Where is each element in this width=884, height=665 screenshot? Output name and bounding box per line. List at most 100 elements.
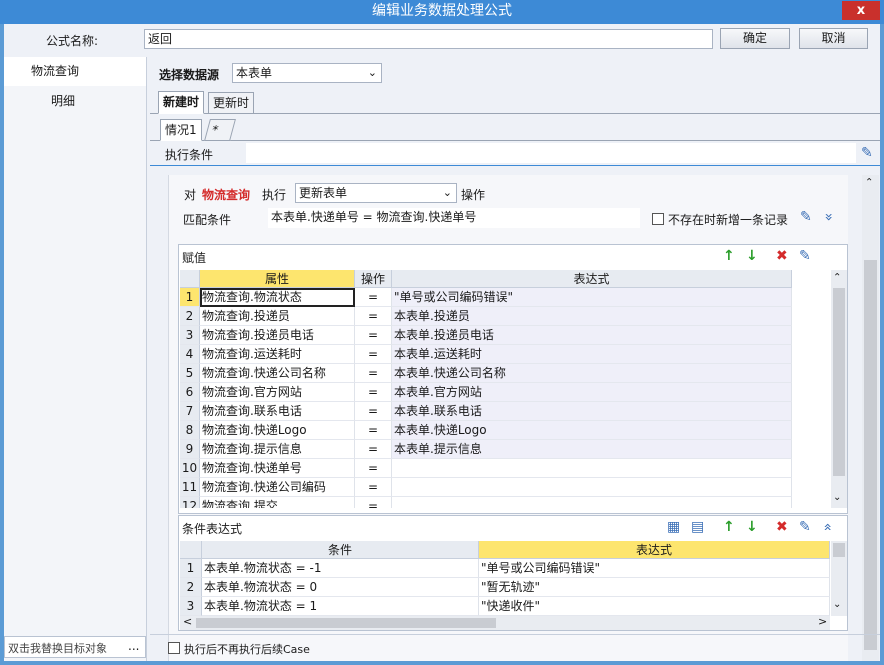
- table-row[interactable]: 3 本表单.物流状态 = 1 "快递收件": [180, 597, 830, 616]
- scroll-up-icon[interactable]: ⌄: [833, 270, 841, 281]
- table-row[interactable]: 1 物流查询.物流状态 = "单号或公司编码错误": [180, 288, 792, 307]
- action-target[interactable]: 物流查询: [202, 186, 250, 203]
- assign-prop-cell[interactable]: 物流查询.运送耗时: [200, 345, 355, 364]
- no-continue-checkbox[interactable]: [168, 642, 180, 654]
- assign-prop-cell[interactable]: 物流查询.提交: [200, 497, 355, 508]
- assign-expr-cell[interactable]: 本表单.提示信息: [392, 440, 792, 459]
- insert-row-icon[interactable]: ▤: [691, 519, 704, 535]
- assign-prop-cell[interactable]: 物流查询.投递员: [200, 307, 355, 326]
- assign-prop-cell[interactable]: 物流查询.快递Logo: [200, 421, 355, 440]
- assign-header-prop[interactable]: 属性: [200, 270, 355, 288]
- delete-icon[interactable]: ✖: [776, 519, 788, 535]
- cond-cell[interactable]: 本表单.物流状态 = 1: [202, 597, 479, 616]
- sidebar-item-logistics[interactable]: 物流查询: [4, 57, 146, 86]
- scroll-down-icon[interactable]: ⌄: [833, 599, 841, 610]
- table-row[interactable]: 12 物流查询.提交 =: [180, 497, 792, 508]
- assign-op-cell[interactable]: =: [355, 307, 392, 326]
- assign-op-cell[interactable]: =: [355, 288, 392, 307]
- assign-expr-cell[interactable]: 本表单.投递员: [392, 307, 792, 326]
- assign-expr-cell[interactable]: 本表单.快递公司名称: [392, 364, 792, 383]
- add-row-icon[interactable]: ▦: [667, 519, 680, 535]
- assign-expr-cell[interactable]: [392, 478, 792, 497]
- match-input[interactable]: 本表单.快递单号 = 物流查询.快递单号: [268, 208, 640, 228]
- assign-expr-cell[interactable]: [392, 497, 792, 508]
- table-row[interactable]: 7 物流查询.联系电话 = 本表单.联系电话: [180, 402, 792, 421]
- assign-header-op[interactable]: 操作: [355, 270, 392, 288]
- replace-target-ellipsis[interactable]: ...: [128, 639, 139, 653]
- cond-cell[interactable]: 本表单.物流状态 = -1: [202, 559, 479, 578]
- assign-prop-cell[interactable]: 物流查询.快递单号: [200, 459, 355, 478]
- edit-icon[interactable]: ✎: [799, 248, 811, 264]
- cond-header-expr[interactable]: 表达式: [479, 541, 830, 559]
- assign-op-cell[interactable]: =: [355, 383, 392, 402]
- assign-op-cell[interactable]: =: [355, 459, 392, 478]
- assign-prop-cell[interactable]: 物流查询.快递公司编码: [200, 478, 355, 497]
- assign-prop-cell[interactable]: 物流查询.官方网站: [200, 383, 355, 402]
- edit-icon[interactable]: ✎: [800, 209, 812, 225]
- cond-hscroll-thumb[interactable]: [196, 618, 496, 628]
- table-row[interactable]: 6 物流查询.官方网站 = 本表单.官方网站: [180, 383, 792, 402]
- tab-add-case[interactable]: *: [204, 119, 236, 141]
- assign-expr-cell[interactable]: 本表单.运送耗时: [392, 345, 792, 364]
- assign-prop-cell[interactable]: 物流查询.快递公司名称: [200, 364, 355, 383]
- assign-op-cell[interactable]: =: [355, 345, 392, 364]
- assign-expr-cell[interactable]: 本表单.投递员电话: [392, 326, 792, 345]
- assign-prop-cell[interactable]: 物流查询.投递员电话: [200, 326, 355, 345]
- datasource-select[interactable]: 本表单 ⌄: [232, 63, 382, 83]
- scroll-right-icon[interactable]: >: [818, 615, 827, 628]
- table-row[interactable]: 4 物流查询.运送耗时 = 本表单.运送耗时: [180, 345, 792, 364]
- edit-icon[interactable]: ✎: [861, 145, 873, 161]
- cond-expr-cell[interactable]: "暂无轨迹": [479, 578, 830, 597]
- table-row[interactable]: 5 物流查询.快递公司名称 = 本表单.快递公司名称: [180, 364, 792, 383]
- move-down-icon[interactable]: ↓: [746, 519, 758, 535]
- cond-scroll-thumb[interactable]: [833, 543, 845, 557]
- operation-select[interactable]: 更新表单 ⌄: [295, 183, 457, 203]
- expand-icon[interactable]: »: [820, 213, 836, 222]
- move-up-icon[interactable]: ↑: [723, 519, 735, 535]
- assign-expr-cell[interactable]: 本表单.官方网站: [392, 383, 792, 402]
- replace-target-box[interactable]: 双击我替换目标对象 ...: [4, 636, 146, 658]
- assign-scroll-thumb[interactable]: [833, 288, 845, 476]
- table-row[interactable]: 11 物流查询.快递公司编码 =: [180, 478, 792, 497]
- assign-header-expr[interactable]: 表达式: [392, 270, 792, 288]
- main-scrollbar[interactable]: ⌄: [862, 175, 879, 661]
- add-if-missing-checkbox[interactable]: [652, 213, 664, 225]
- edit-icon[interactable]: ✎: [799, 519, 811, 535]
- delete-icon[interactable]: ✖: [776, 248, 788, 264]
- table-row[interactable]: 3 物流查询.投递员电话 = 本表单.投递员电话: [180, 326, 792, 345]
- sidebar-item-detail[interactable]: 明细: [4, 87, 146, 116]
- scroll-left-icon[interactable]: <: [183, 615, 192, 628]
- table-row[interactable]: 8 物流查询.快递Logo = 本表单.快递Logo: [180, 421, 792, 440]
- close-button[interactable]: x: [842, 1, 880, 20]
- exec-condition-input[interactable]: [246, 143, 856, 163]
- assign-op-cell[interactable]: =: [355, 402, 392, 421]
- tab-case-1[interactable]: 情况1: [160, 119, 202, 141]
- assign-op-cell[interactable]: =: [355, 440, 392, 459]
- assign-op-cell[interactable]: =: [355, 497, 392, 508]
- tab-new[interactable]: 新建时: [158, 91, 205, 114]
- table-row[interactable]: 2 物流查询.投递员 = 本表单.投递员: [180, 307, 792, 326]
- main-scroll-thumb[interactable]: [864, 260, 877, 650]
- assign-op-cell[interactable]: =: [355, 478, 392, 497]
- table-row[interactable]: 9 物流查询.提示信息 = 本表单.提示信息: [180, 440, 792, 459]
- collapse-icon[interactable]: «: [819, 523, 835, 532]
- assign-prop-cell[interactable]: 物流查询.联系电话: [200, 402, 355, 421]
- assign-expr-cell[interactable]: 本表单.快递Logo: [392, 421, 792, 440]
- assign-expr-cell[interactable]: [392, 459, 792, 478]
- cond-header-cond[interactable]: 条件: [202, 541, 479, 559]
- assign-prop-cell[interactable]: 物流查询.提示信息: [200, 440, 355, 459]
- move-up-icon[interactable]: ↑: [723, 248, 735, 264]
- assign-scrollbar[interactable]: ⌄ ⌄: [831, 270, 847, 508]
- cond-scrollbar[interactable]: ⌄: [831, 541, 847, 616]
- cond-cell[interactable]: 本表单.物流状态 = 0: [202, 578, 479, 597]
- cond-expr-cell[interactable]: "单号或公司编码错误": [479, 559, 830, 578]
- formula-name-input[interactable]: 返回: [144, 29, 713, 49]
- scroll-up-icon[interactable]: ⌄: [865, 175, 873, 186]
- assign-op-cell[interactable]: =: [355, 421, 392, 440]
- assign-op-cell[interactable]: =: [355, 364, 392, 383]
- move-down-icon[interactable]: ↓: [746, 248, 758, 264]
- tab-update[interactable]: 更新时: [208, 92, 255, 114]
- table-row[interactable]: 1 本表单.物流状态 = -1 "单号或公司编码错误": [180, 559, 830, 578]
- scroll-down-icon[interactable]: ⌄: [833, 492, 841, 503]
- assign-op-cell[interactable]: =: [355, 326, 392, 345]
